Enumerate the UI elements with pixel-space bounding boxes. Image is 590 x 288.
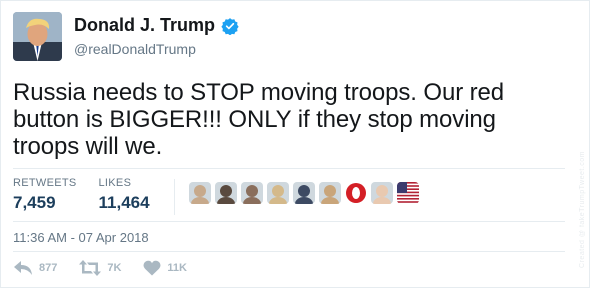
- avatar-photo-icon[interactable]: [371, 182, 393, 204]
- profile-avatar[interactable]: [13, 12, 62, 61]
- reply-count: 877: [39, 262, 58, 274]
- avatar-photo-icon[interactable]: [293, 182, 315, 204]
- retweets-label: RETWEETS: [13, 177, 77, 189]
- like-count: 11K: [167, 262, 187, 274]
- retweet-button[interactable]: 7K: [79, 260, 121, 276]
- verified-badge-icon: [221, 17, 239, 35]
- like-button[interactable]: 11K: [143, 260, 187, 276]
- avatar-flag-icon[interactable]: [397, 182, 419, 204]
- tweet-card: Donald J. Trump @realDonaldTrump Russia …: [0, 0, 590, 288]
- retweets-stat[interactable]: RETWEETS 7,459: [13, 177, 77, 213]
- divider: [13, 168, 565, 169]
- avatar-photo-icon[interactable]: [267, 182, 289, 204]
- name-row: Donald J. Trump: [74, 15, 239, 36]
- reply-button[interactable]: 877: [13, 260, 57, 276]
- divider: [13, 221, 565, 222]
- avatar-photo-icon[interactable]: [215, 182, 237, 204]
- reply-icon: [14, 261, 32, 275]
- stats-separator: [174, 179, 175, 215]
- retweet-icon: [79, 260, 102, 276]
- tweet-actions: 877 7K 11K: [13, 260, 209, 276]
- divider: [13, 251, 565, 252]
- tweet-timestamp[interactable]: 11:36 AM - 07 Apr 2018: [13, 230, 149, 245]
- likes-label: LIKES: [98, 177, 132, 189]
- display-name[interactable]: Donald J. Trump: [74, 15, 215, 36]
- engagement-stats: RETWEETS 7,459 LIKES 11,464: [13, 177, 172, 213]
- liker-avatars: [189, 182, 419, 204]
- tweet-text: Russia needs to STOP moving troops. Our …: [13, 79, 505, 160]
- user-handle[interactable]: @realDonaldTrump: [74, 41, 196, 57]
- likes-stat[interactable]: LIKES 11,464: [99, 177, 150, 213]
- avatar-photo-icon[interactable]: [319, 182, 341, 204]
- heart-icon: [143, 260, 161, 276]
- retweets-value: 7,459: [13, 193, 56, 212]
- likes-value: 11,464: [98, 193, 150, 212]
- retweet-count: 7K: [107, 262, 122, 274]
- avatar-photo-icon[interactable]: [189, 182, 211, 204]
- watermark: Created @ fakeTrumpTweet.com: [579, 151, 586, 268]
- avatar-photo-icon[interactable]: [241, 182, 263, 204]
- profile-photo-icon: [13, 12, 62, 61]
- avatar-red-logo-icon[interactable]: [345, 182, 367, 204]
